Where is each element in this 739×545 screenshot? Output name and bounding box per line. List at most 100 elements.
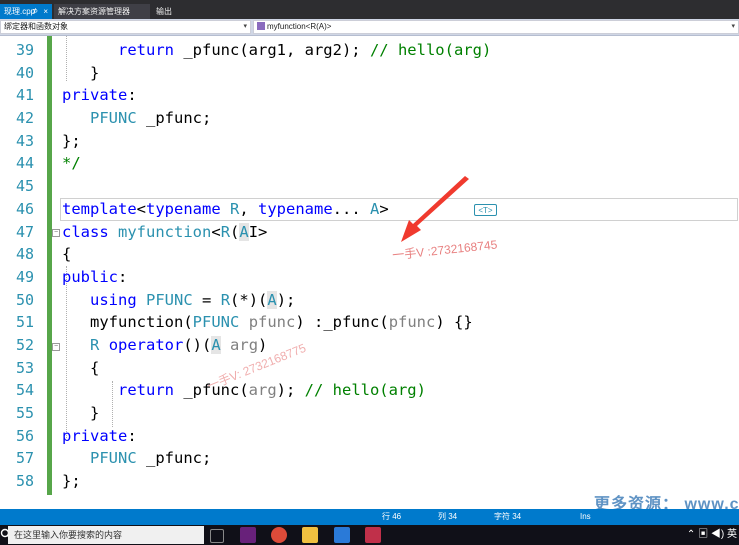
network-icon[interactable]: ▣ [698, 529, 708, 540]
template-hint-badge[interactable]: <T> [474, 204, 497, 216]
document-tab-strip: 现理.cpp ⊅ × 解决方案资源管理器 输出 [0, 0, 739, 19]
code-token: A [239, 223, 249, 241]
line-number: 56 [15, 427, 34, 445]
line-number: 49 [15, 268, 34, 286]
code-token: arg [248, 381, 277, 399]
code-token: ... [332, 200, 370, 218]
fold-toggle[interactable]: − [52, 229, 60, 237]
tab-active-file[interactable]: 现理.cpp ⊅ × [0, 4, 52, 19]
status-line: 行 46 [382, 512, 402, 521]
ime-indicator[interactable]: 英 [727, 529, 737, 540]
code-editor[interactable]: 39 40 41 42 43 44 45 46 47 48 49 50 51 5… [0, 36, 739, 495]
volume-icon[interactable]: ◀) [711, 529, 724, 540]
chevron-up-icon[interactable]: ⌃ [687, 529, 695, 540]
scope-label: 绑定器和函数对象 [4, 22, 68, 31]
code-token: using [90, 291, 137, 309]
app-icon[interactable] [334, 527, 350, 543]
code-token: PFUNC [90, 109, 137, 127]
code-token: private [62, 427, 128, 445]
code-token: pfunc [388, 313, 436, 331]
code-token: ); [276, 381, 305, 399]
code-token: PFUNC [90, 449, 137, 467]
code-line[interactable]: PFUNC _pfunc; [62, 447, 211, 470]
code-line[interactable]: } [62, 62, 99, 85]
code-token: // hello(arg) [304, 381, 426, 399]
code-line[interactable]: return _pfunc(arg1, arg2); // hello(arg) [62, 39, 491, 62]
code-line[interactable]: R operator()(A arg) [62, 334, 267, 357]
code-token: PFUNC [192, 313, 240, 331]
task-view-icon[interactable] [210, 529, 224, 543]
tab-solution-explorer[interactable]: 解决方案资源管理器 [54, 4, 150, 19]
file-explorer-icon[interactable] [302, 527, 318, 543]
code-token: ( [183, 313, 193, 331]
code-token: = [192, 291, 221, 309]
code-line[interactable]: } [62, 402, 99, 425]
visual-studio-icon[interactable] [240, 527, 256, 543]
code-token: _pfunc; [136, 109, 212, 127]
code-token: A [211, 336, 221, 354]
code-line[interactable]: { [62, 243, 71, 266]
code-line[interactable]: }; [62, 130, 81, 153]
annotation-arrow-icon [401, 176, 469, 242]
line-number: 45 [15, 177, 34, 195]
code-line[interactable]: public: [62, 266, 127, 289]
code-token: _pfunc(arg1, arg2); [174, 41, 370, 59]
code-token: R [220, 223, 231, 241]
scope-dropdown[interactable]: 绑定器和函数对象 ▾ [0, 20, 251, 34]
fold-toggle[interactable]: − [52, 343, 60, 351]
windows-taskbar: 在这里输入你要搜索的内容 ⌃ ▣ ◀) 英 [0, 525, 739, 545]
code-line[interactable]: private: [62, 425, 137, 448]
code-line[interactable]: using PFUNC = R(*)(A); [62, 289, 295, 312]
line-number: 55 [15, 404, 34, 422]
code-token: return [118, 41, 174, 59]
chrome-icon[interactable] [271, 527, 287, 543]
code-line[interactable]: myfunction(PFUNC pfunc) :_pfunc(pfunc) {… [62, 311, 473, 334]
tab-file-name: 现理.cpp [4, 7, 36, 16]
tab-output[interactable]: 输出 [152, 4, 192, 19]
member-label: myfunction<R(A)> [267, 22, 332, 31]
code-token: operator [108, 336, 184, 354]
code-token: return [118, 381, 174, 399]
code-token: } [62, 64, 100, 82]
taskbar-search-input[interactable]: 在这里输入你要搜索的内容 [8, 526, 204, 544]
code-line[interactable]: private: [62, 84, 137, 107]
line-number: 50 [15, 291, 34, 309]
system-tray[interactable]: ⌃ ▣ ◀) 英 [687, 525, 737, 545]
code-token: ); [276, 291, 296, 309]
code-line[interactable]: template<typename R, typename... A> [62, 198, 398, 221]
member-dropdown[interactable]: myfunction<R(A)> ▾ [253, 20, 739, 34]
code-line[interactable]: */ [62, 152, 81, 175]
line-number: 42 [15, 109, 34, 127]
code-line[interactable]: }; [62, 470, 81, 493]
status-bar: 行 46 列 34 字符 34 Ins [0, 509, 739, 525]
line-number: 57 [15, 449, 34, 467]
line-number: 40 [15, 64, 34, 82]
line-number: 58 [15, 472, 34, 490]
code-token: { [62, 245, 72, 263]
code-line[interactable]: { [62, 357, 99, 380]
code-line[interactable]: return _pfunc(arg); // hello(arg) [62, 379, 426, 402]
chevron-down-icon: ▾ [731, 23, 735, 30]
status-char: 字符 34 [494, 512, 522, 521]
code-token: I> [248, 223, 268, 241]
line-number: 43 [15, 132, 34, 150]
line-number: 48 [15, 245, 34, 263]
close-icon[interactable]: × [43, 4, 48, 19]
code-token: ) :_pfunc( [295, 313, 389, 331]
jetbrains-icon[interactable] [365, 527, 381, 543]
code-token: pfunc [248, 313, 296, 331]
code-line[interactable]: class myfunction<R(AI> [62, 221, 267, 244]
code-token: PFUNC [146, 291, 193, 309]
code-token: < [136, 200, 146, 218]
code-line[interactable]: PFUNC _pfunc; [62, 107, 211, 130]
pin-icon[interactable]: ⊅ [32, 4, 38, 19]
code-token: // hello(arg) [369, 41, 492, 59]
